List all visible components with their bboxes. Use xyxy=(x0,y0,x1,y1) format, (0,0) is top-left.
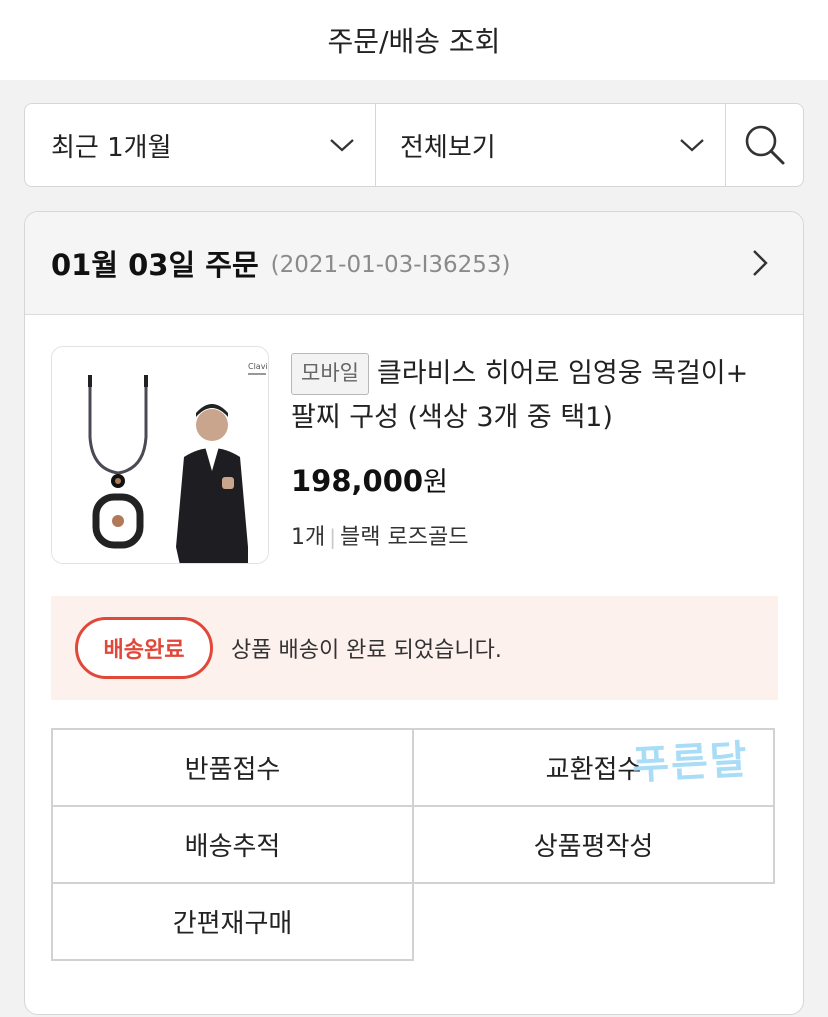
search-button[interactable] xyxy=(726,104,803,186)
mobile-badge: 모바일 xyxy=(291,353,369,395)
watermark: 푸른달 xyxy=(631,736,750,790)
product-option: 1개 | 블랙 로즈골드 xyxy=(291,519,781,551)
delivery-status: 배송완료 상품 배송이 완료 되었습니다. xyxy=(51,596,778,700)
product-name-line1: 클라비스 히어로 임영웅 목걸이+ xyxy=(376,358,749,389)
order-id: (2021-01-03-I36253) xyxy=(270,252,511,278)
status-message: 상품 배송이 완료 되었습니다. xyxy=(231,638,502,663)
option-value: 블랙 로즈골드 xyxy=(340,525,469,550)
chevron-down-icon xyxy=(680,139,704,152)
brand-logo: Clavis xyxy=(248,362,269,371)
product-info: 모바일 클라비스 히어로 임영웅 목걸이+ 팔찌 구성 (색상 3개 중 택1) … xyxy=(291,352,781,551)
period-label: 최근 1개월 xyxy=(51,132,172,163)
page-header: 주문/배송 조회 xyxy=(0,0,828,80)
search-icon xyxy=(745,125,784,165)
product-image: Clavis xyxy=(52,347,269,563)
chevron-down-icon xyxy=(330,139,354,152)
order-card: 01월 03일 주문 (2021-01-03-I36253) Clavi 모바일… xyxy=(24,211,804,1015)
status-badge: 배송완료 xyxy=(75,617,213,679)
price-unit: 원 xyxy=(423,467,448,498)
product-price: 198,000원 xyxy=(291,460,781,499)
filter-bar: 최근 1개월 전체보기 xyxy=(24,103,804,187)
return-request-button[interactable]: 반품접수 xyxy=(51,728,414,807)
order-date: 01월 03일 주문 xyxy=(51,248,259,282)
type-label: 전체보기 xyxy=(400,132,496,163)
write-review-button[interactable]: 상품평작성 xyxy=(412,805,775,884)
period-dropdown[interactable]: 최근 1개월 xyxy=(25,104,376,186)
quantity: 1개 xyxy=(291,525,326,550)
quick-reorder-button[interactable]: 간편재구매 xyxy=(51,882,414,961)
product-item[interactable]: Clavis 모바일클라비스 히어로 임영웅 목걸이+ 팔찌 구성 (색상 3개… xyxy=(51,346,781,566)
chevron-right-icon xyxy=(753,250,768,276)
price-value: 198,000 xyxy=(291,464,424,498)
type-dropdown[interactable]: 전체보기 xyxy=(376,104,726,186)
product-name-line2: 팔찌 구성 (색상 3개 중 택1) xyxy=(291,402,613,433)
order-header[interactable]: 01월 03일 주문 (2021-01-03-I36253) xyxy=(25,212,803,315)
page-title: 주문/배송 조회 xyxy=(327,25,501,58)
option-divider: | xyxy=(329,525,336,549)
product-thumbnail[interactable]: Clavis xyxy=(51,346,269,564)
track-delivery-button[interactable]: 배송추적 xyxy=(51,805,414,884)
product-name[interactable]: 모바일 클라비스 히어로 임영웅 목걸이+ 팔찌 구성 (색상 3개 중 택1) xyxy=(291,352,781,440)
